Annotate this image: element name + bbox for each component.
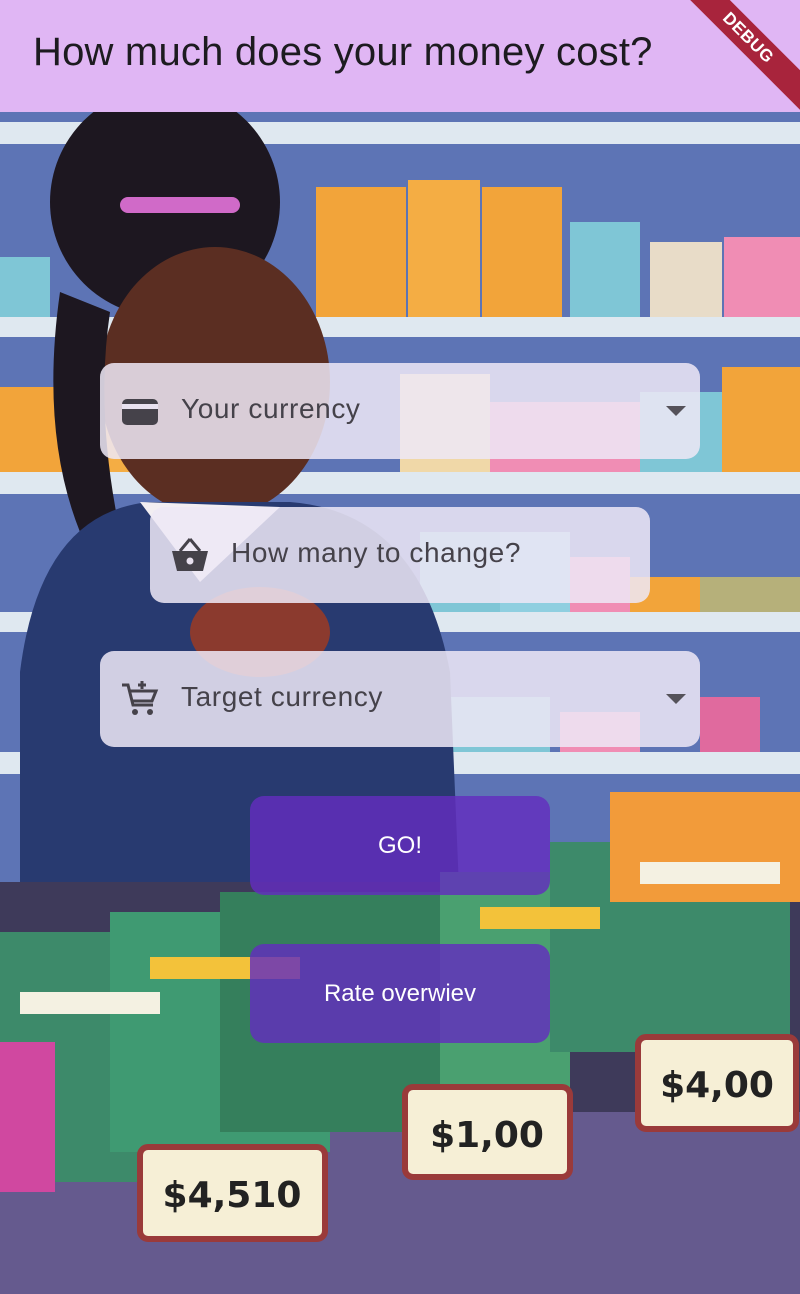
- rate-overview-button[interactable]: Rate overwiev: [250, 944, 550, 1043]
- target-currency-label: Target currency: [181, 681, 383, 712]
- chevron-down-icon: [666, 694, 686, 704]
- price-tag: $1,00: [402, 1084, 573, 1180]
- target-currency-dropdown[interactable]: Target currency: [100, 651, 700, 747]
- svg-text:$4,510: $4,510: [163, 1175, 302, 1216]
- basket-icon: [172, 538, 208, 571]
- your-currency-dropdown[interactable]: Your currency: [100, 363, 700, 459]
- svg-text:$4,00: $4,00: [660, 1065, 774, 1106]
- chevron-down-icon: [666, 406, 686, 416]
- go-button[interactable]: GO!: [250, 796, 550, 895]
- amount-label: How many to change?: [231, 537, 522, 568]
- page-title: How much does your money cost?: [33, 30, 653, 74]
- app-bar: How much does your money cost?: [0, 0, 800, 112]
- your-currency-label: Your currency: [181, 393, 361, 424]
- price-tag: $4,510: [137, 1144, 328, 1242]
- add-cart-icon: [122, 681, 159, 715]
- svg-text:$1,00: $1,00: [430, 1115, 544, 1156]
- price-tag: $4,00: [635, 1034, 799, 1132]
- amount-input[interactable]: How many to change?: [150, 507, 650, 603]
- wallet-icon: [122, 399, 158, 425]
